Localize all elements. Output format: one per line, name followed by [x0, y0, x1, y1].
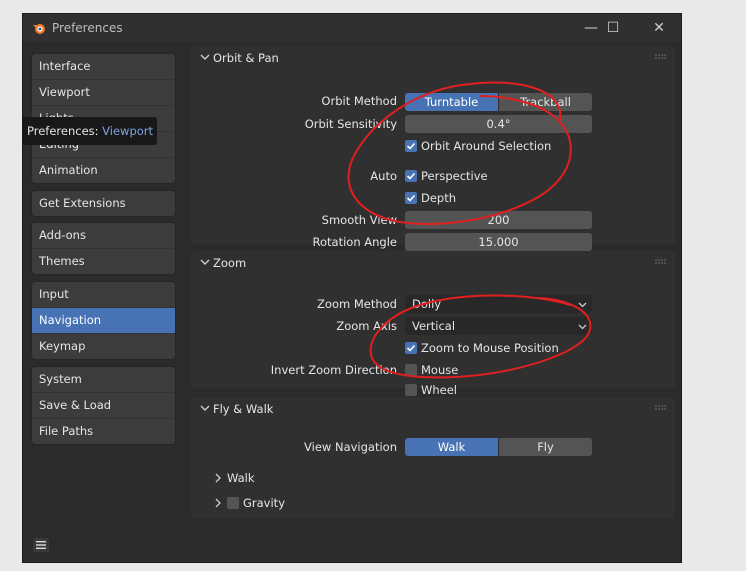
- invert-mouse-checkbox[interactable]: Mouse: [405, 362, 458, 378]
- orbit-sensitivity-field[interactable]: 0.4°: [405, 115, 592, 133]
- zoom-axis-dropdown[interactable]: Vertical: [405, 317, 592, 335]
- sidebar-group-4: Input Navigation Keymap: [31, 281, 176, 360]
- auto-label: Auto: [370, 169, 397, 183]
- chevron-right-icon: [215, 498, 221, 508]
- close-icon: ✕: [653, 20, 665, 36]
- checkbox-label: Perspective: [421, 169, 488, 183]
- perspective-checkbox[interactable]: Perspective: [405, 168, 488, 184]
- drag-grip-icon[interactable]: [655, 405, 667, 411]
- chevron-down-icon: [200, 54, 210, 60]
- checkbox-label: Mouse: [421, 363, 459, 377]
- checkbox-checked-icon: [405, 192, 417, 204]
- orbit-around-selection-checkbox[interactable]: Orbit Around Selection: [405, 138, 551, 154]
- hamburger-menu-icon[interactable]: [33, 538, 49, 552]
- checkbox-unchecked-icon: [405, 364, 417, 376]
- walk-subpanel-header[interactable]: Walk: [213, 470, 255, 486]
- title-bar[interactable]: Preferences — ☐ ✕: [23, 14, 681, 42]
- zoom-method-dropdown[interactable]: Dolly: [405, 295, 592, 313]
- tooltip-value: Viewport: [102, 124, 154, 138]
- panel-title: Fly & Walk: [213, 402, 274, 416]
- zoom-method-label: Zoom Method: [317, 297, 397, 311]
- sidebar-item-viewport[interactable]: Viewport: [32, 80, 175, 106]
- close-button[interactable]: ✕: [643, 18, 675, 38]
- sidebar-group-5: System Save & Load File Paths: [31, 366, 176, 445]
- sidebar-item-system[interactable]: System: [32, 367, 175, 393]
- orbit-method-label: Orbit Method: [321, 94, 397, 108]
- orbit-method-turntable[interactable]: Turntable: [405, 93, 498, 111]
- chevron-down-icon: [200, 405, 210, 411]
- view-navigation-toggle: Walk Fly: [405, 438, 592, 456]
- gravity-subpanel-header[interactable]: Gravity: [213, 495, 285, 511]
- tooltip: Preferences: Viewport: [22, 117, 157, 145]
- minimize-icon: —: [584, 20, 598, 36]
- sidebar-item-save-load[interactable]: Save & Load: [32, 393, 175, 419]
- checkbox-unchecked-icon: [405, 384, 417, 396]
- sidebar-item-animation[interactable]: Animation: [32, 158, 175, 183]
- subpanel-title: Gravity: [243, 496, 286, 510]
- checkbox-checked-icon: [405, 140, 417, 152]
- tooltip-prefix: Preferences:: [27, 124, 99, 138]
- sidebar-item-file-paths[interactable]: File Paths: [32, 419, 175, 444]
- panel-title: Zoom: [213, 256, 247, 270]
- drag-grip-icon[interactable]: [655, 259, 667, 265]
- subpanel-title: Walk: [227, 471, 255, 485]
- panel-header-orbit-pan[interactable]: Orbit & Pan: [191, 46, 675, 70]
- smooth-view-label: Smooth View: [321, 213, 397, 227]
- checkbox-label: Zoom to Mouse Position: [421, 341, 559, 355]
- sidebar-group-3: Add-ons Themes: [31, 222, 176, 275]
- view-navigation-fly[interactable]: Fly: [498, 438, 592, 456]
- sidebar-item-input[interactable]: Input: [32, 282, 175, 308]
- orbit-sensitivity-label: Orbit Sensitivity: [304, 117, 397, 131]
- checkbox-checked-icon: [405, 170, 417, 182]
- invert-wheel-checkbox[interactable]: Wheel: [405, 382, 457, 398]
- maximize-button[interactable]: ☐: [597, 18, 629, 38]
- gravity-checkbox[interactable]: [227, 497, 239, 509]
- dropdown-value: Dolly: [412, 297, 442, 311]
- sidebar-item-add-ons[interactable]: Add-ons: [32, 223, 175, 249]
- checkbox-label: Orbit Around Selection: [421, 139, 552, 153]
- chevron-down-icon: [200, 259, 210, 265]
- window-title: Preferences: [52, 21, 123, 35]
- view-navigation-walk[interactable]: Walk: [405, 438, 498, 456]
- sidebar-item-navigation[interactable]: Navigation: [32, 308, 175, 334]
- panel-fly-walk: Fly & Walk View Navigation Walk Fly Walk…: [191, 397, 675, 519]
- view-navigation-label: View Navigation: [304, 440, 397, 454]
- orbit-method-toggle: Turntable Trackball: [405, 93, 592, 111]
- maximize-icon: ☐: [606, 20, 620, 36]
- panel-header-fly-walk[interactable]: Fly & Walk: [191, 397, 675, 421]
- smooth-view-field[interactable]: 200: [405, 211, 592, 229]
- checkbox-label: Depth: [421, 191, 457, 205]
- sidebar-item-get-extensions[interactable]: Get Extensions: [32, 191, 175, 216]
- chevron-down-icon: [578, 302, 587, 308]
- sidebar-item-interface[interactable]: Interface: [32, 54, 175, 80]
- panel-header-zoom[interactable]: Zoom: [191, 251, 675, 275]
- sidebar-item-keymap[interactable]: Keymap: [32, 334, 175, 359]
- depth-checkbox[interactable]: Depth: [405, 190, 456, 206]
- blender-logo-icon: [33, 24, 45, 34]
- invert-zoom-label: Invert Zoom Direction: [270, 363, 397, 377]
- zoom-axis-label: Zoom Axis: [336, 319, 397, 333]
- sidebar-group-2: Get Extensions: [31, 190, 176, 217]
- rotation-angle-field[interactable]: 15.000: [405, 233, 592, 251]
- drag-grip-icon[interactable]: [655, 54, 667, 60]
- panel-orbit-pan: Orbit & Pan Orbit Method Turntable Track…: [191, 46, 675, 251]
- rotation-angle-label: Rotation Angle: [312, 235, 397, 249]
- checkbox-checked-icon: [405, 342, 417, 354]
- zoom-to-mouse-checkbox[interactable]: Zoom to Mouse Position: [405, 340, 559, 356]
- sidebar-item-themes[interactable]: Themes: [32, 249, 175, 274]
- chevron-right-icon: [215, 473, 221, 483]
- chevron-down-icon: [578, 324, 587, 330]
- panel-zoom: Zoom Zoom Method Dolly Zoom Axis Vertica…: [191, 251, 675, 397]
- checkbox-label: Wheel: [421, 383, 458, 397]
- orbit-method-trackball[interactable]: Trackball: [498, 93, 592, 111]
- panel-title: Orbit & Pan: [213, 51, 279, 65]
- preferences-window: Preferences — ☐ ✕ Interface Viewport Lig…: [22, 13, 682, 563]
- dropdown-value: Vertical: [412, 319, 456, 333]
